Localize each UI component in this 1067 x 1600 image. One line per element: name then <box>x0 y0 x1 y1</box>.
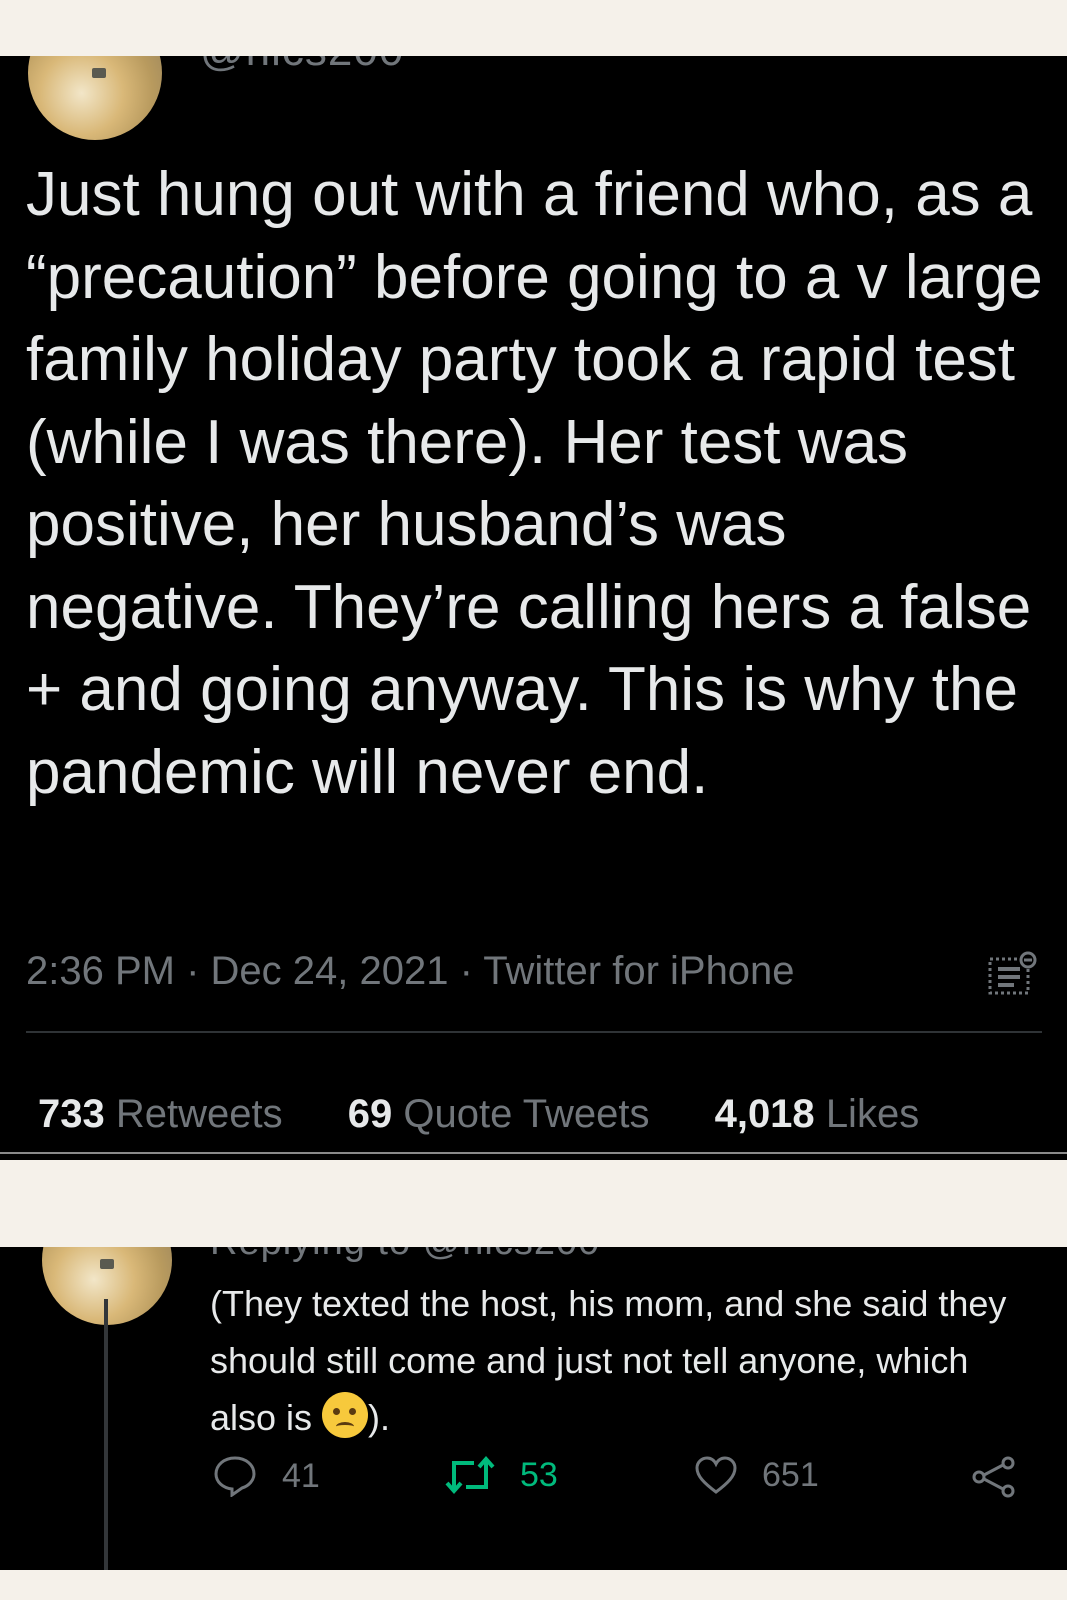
thread-line <box>104 1299 108 1570</box>
reply-icon <box>214 1456 256 1497</box>
author-handle[interactable]: @nics200 <box>200 56 404 76</box>
stats-divider <box>26 1031 1042 1033</box>
replying-to[interactable]: Replying to @nics200 <box>210 1247 600 1264</box>
tweet-date: Dec 24, 2021 <box>210 949 449 993</box>
retweet-icon <box>445 1455 495 1495</box>
tweet-stats: 733 Retweets 69 Quote Tweets 4,018 Likes <box>38 1092 919 1137</box>
tweet-time: 2:36 PM <box>26 949 175 993</box>
reply-tweet-panel: Replying to @nics200 (They texted the ho… <box>0 1247 1067 1570</box>
retweet-count: 53 <box>520 1455 558 1494</box>
share-icon <box>972 1456 1015 1498</box>
bottom-divider <box>0 1152 1067 1154</box>
likes-stat[interactable]: 4,018 Likes <box>715 1092 920 1137</box>
like-count: 651 <box>762 1455 819 1494</box>
share-button[interactable] <box>970 1455 1018 1499</box>
woozy-face-icon <box>322 1392 369 1438</box>
author-avatar[interactable] <box>28 56 162 140</box>
tweet-timestamp[interactable]: 2:36 PM · Dec 24, 2021 · Twitter for iPh… <box>26 949 795 994</box>
main-tweet-panel: @nics200 Just hung out with a friend who… <box>0 56 1067 1160</box>
reply-count: 41 <box>282 1456 320 1495</box>
like-button[interactable]: 651 <box>694 1455 819 1495</box>
tweet-source[interactable]: Twitter for iPhone <box>483 949 794 993</box>
reply-text: (They texted the host, his mom, and she … <box>210 1283 1007 1438</box>
retweets-stat[interactable]: 733 Retweets <box>38 1092 283 1137</box>
heart-icon <box>695 1456 737 1494</box>
reply-button[interactable]: 41 <box>212 1455 320 1497</box>
quote-tweets-stat[interactable]: 69 Quote Tweets <box>348 1092 650 1137</box>
retweet-button[interactable]: 53 <box>444 1455 558 1495</box>
tweet-text: Just hung out with a friend who, as a “p… <box>26 160 1043 807</box>
analytics-icon[interactable] <box>988 951 1038 997</box>
